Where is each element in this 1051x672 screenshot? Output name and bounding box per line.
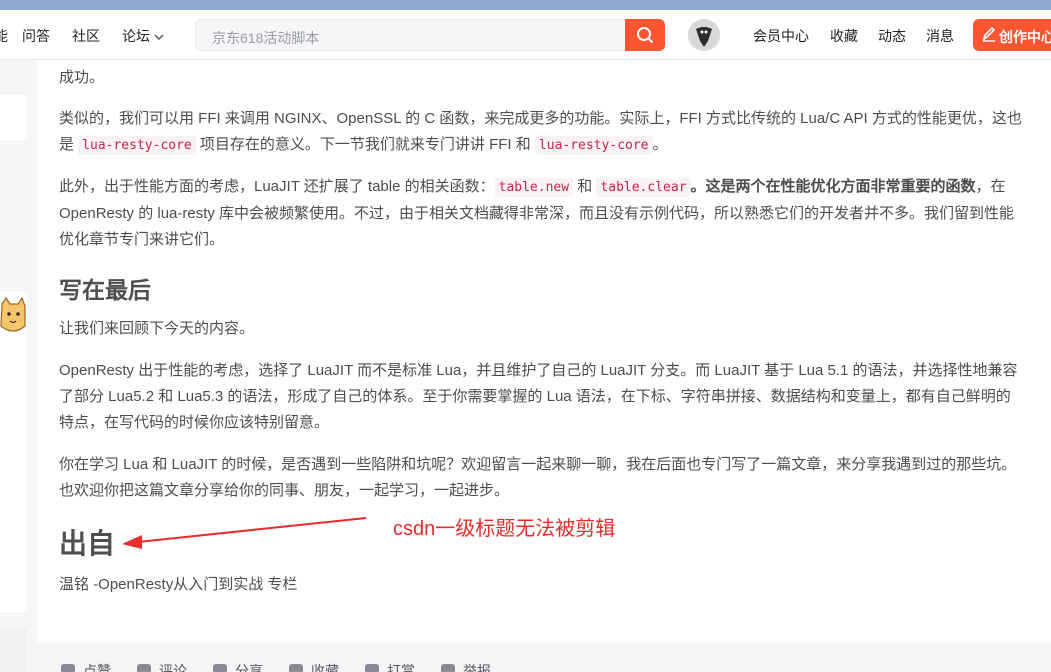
top-navbar: 能 问答 社区 论坛 京东618活动脚本 会员中心 收藏 动态 消息 创作中心: [0, 10, 1051, 60]
inline-code: table.new: [494, 178, 574, 197]
source-heading: 出自: [59, 528, 116, 559]
text-span: 。: [652, 136, 668, 153]
paragraph-summary: OpenResty 出于性能的考虑，选择了 LuaJIT 而不是标准 Lua，并…: [59, 362, 1018, 431]
reward-icon: [365, 664, 379, 672]
thumb-up-icon: [61, 664, 75, 672]
reward-button[interactable]: 打赏: [365, 661, 415, 672]
nav-item-partial[interactable]: 能: [0, 26, 8, 46]
search-button[interactable]: [625, 19, 665, 51]
share-label: 分享: [235, 663, 263, 672]
avatar[interactable]: [688, 19, 720, 51]
share-icon: [213, 664, 227, 672]
paragraph-fragment: 成功。: [59, 69, 105, 86]
report-button[interactable]: 举报: [441, 661, 491, 672]
share-button[interactable]: 分享: [213, 661, 263, 672]
section-heading: 写在最后: [59, 277, 151, 303]
nav-favorites[interactable]: 收藏: [830, 26, 858, 46]
search-placeholder: 京东618活动脚本: [212, 30, 320, 46]
comment-icon: [137, 664, 151, 672]
favorite-button[interactable]: 收藏: [289, 661, 339, 672]
nav-item-forum[interactable]: 论坛: [122, 26, 164, 46]
paragraph-review: 让我们来回顾下今天的内容。: [59, 320, 255, 337]
nav-member-center[interactable]: 会员中心: [753, 26, 809, 46]
annotation-text: csdn一级标题无法被剪辑: [393, 518, 616, 540]
like-label: 点赞: [83, 663, 111, 672]
sidebar-card: [0, 628, 27, 672]
star-icon: [289, 664, 303, 672]
nav-item-forum-label: 论坛: [122, 28, 150, 44]
favorite-label: 收藏: [311, 663, 339, 672]
source-text: 温铭 -OpenResty从入门到实战 专栏: [59, 576, 298, 593]
paragraph-ffi: 类似的，我们可以用 FFI 来调用 NGINX、OpenSSL 的 C 函数，来…: [59, 106, 1024, 159]
inline-code: lua-resty-core: [534, 136, 653, 155]
sidebar-card: [0, 292, 27, 612]
cat-emoji-icon: [0, 296, 26, 338]
article-toolbar: 点赞 评论 分享 收藏 打赏 举报: [37, 643, 1051, 672]
text-span: 项目存在的意义。下一节我们就来专门讲讲 FFI 和: [195, 136, 535, 153]
nav-messages[interactable]: 消息: [926, 26, 954, 46]
bold-text: 。这是两个在性能优化方面非常重要的函数: [690, 178, 976, 195]
paragraph-table-functions: 此外，出于性能方面的考虑，LuaJIT 还扩展了 table 的相关函数： tab…: [59, 174, 1024, 253]
article-content: 成功。 类似的，我们可以用 FFI 来调用 NGINX、OpenSSL 的 C …: [37, 60, 1051, 643]
nav-activity[interactable]: 动态: [878, 26, 906, 46]
create-center-label: 创作中心: [999, 29, 1051, 45]
comment-label: 评论: [159, 663, 187, 672]
nav-item-qa[interactable]: 问答: [22, 26, 50, 46]
sidebar-card: [0, 95, 27, 140]
search-icon: [637, 27, 653, 43]
flag-icon: [441, 664, 455, 672]
report-label: 举报: [463, 663, 491, 672]
browser-top-strip: [0, 0, 1051, 10]
text-span: 此外，出于性能方面的考虑，LuaJIT 还扩展了 table 的相关函数：: [59, 178, 495, 195]
bird-avatar-icon: [688, 19, 720, 51]
like-button[interactable]: 点赞: [61, 661, 111, 672]
create-center-button[interactable]: 创作中心: [973, 19, 1051, 51]
left-sidebar: [0, 60, 27, 672]
pen-icon: [982, 26, 996, 45]
inline-code: table.clear: [596, 178, 691, 197]
paragraph-discussion: 你在学习 Lua 和 LuaJIT 的时候，是否遇到一些陷阱和坑呢？欢迎留言一起…: [59, 456, 1017, 499]
reward-label: 打赏: [387, 663, 415, 672]
inline-code: lua-resty-core: [78, 136, 196, 155]
text-span: 和: [573, 178, 597, 195]
comment-button[interactable]: 评论: [137, 661, 187, 672]
chevron-down-icon: [154, 32, 164, 44]
nav-item-community[interactable]: 社区: [72, 26, 100, 46]
search-input[interactable]: 京东618活动脚本: [195, 19, 625, 51]
